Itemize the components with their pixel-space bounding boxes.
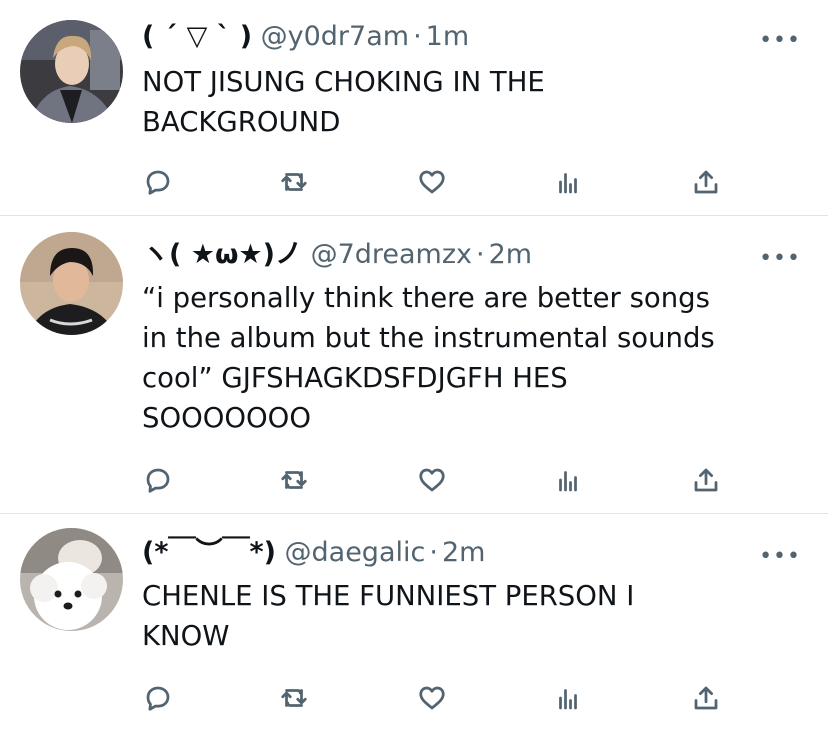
analytics-icon[interactable]	[548, 162, 588, 202]
separator-dot: ·	[413, 21, 422, 52]
user-handle[interactable]: @7dreamzx	[311, 239, 472, 270]
like-icon[interactable]	[412, 460, 452, 500]
reply-icon[interactable]	[138, 460, 178, 500]
tweet-text: “i personally think there are better son…	[142, 282, 715, 434]
more-options-icon[interactable]: •••	[759, 244, 801, 274]
share-icon[interactable]	[686, 678, 726, 718]
tweet-header: (*￣︶￣*) @daegalic · 2m	[142, 534, 485, 572]
retweet-icon[interactable]	[274, 162, 314, 202]
user-handle[interactable]: @y0dr7am	[261, 21, 409, 52]
person-avatar	[20, 20, 123, 123]
like-icon[interactable]	[412, 162, 452, 202]
separator-dot: ·	[476, 239, 485, 270]
avatar[interactable]	[20, 20, 123, 123]
user-handle[interactable]: @daegalic	[285, 537, 426, 568]
tweet-actions	[138, 162, 738, 202]
timestamp[interactable]: 2m	[442, 537, 485, 568]
like-icon[interactable]	[412, 678, 452, 718]
display-name[interactable]: ヽ( ★ω★)ノ	[142, 239, 302, 270]
tweet-feed: ( ´ ▽ ` ) @y0dr7am · 1m ••• NOT JISUNG CHO…	[0, 0, 828, 737]
tweet[interactable]: ヽ( ★ω★)ノ @7dreamzx · 2m ••• “i personally …	[0, 216, 828, 514]
person-avatar	[20, 232, 123, 335]
share-icon[interactable]	[686, 162, 726, 202]
display-name[interactable]: ( ´ ▽ ` )	[142, 21, 252, 52]
timestamp[interactable]: 2m	[489, 239, 532, 270]
display-name[interactable]: (*￣︶￣*)	[142, 537, 276, 568]
more-options-icon[interactable]: •••	[759, 542, 801, 572]
reply-icon[interactable]	[138, 678, 178, 718]
tweet-actions	[138, 678, 738, 718]
tweet-actions	[138, 460, 738, 500]
separator-dot: ·	[429, 537, 438, 568]
retweet-icon[interactable]	[274, 678, 314, 718]
more-options-icon[interactable]: •••	[759, 26, 801, 56]
timestamp[interactable]: 1m	[426, 21, 469, 52]
analytics-icon[interactable]	[548, 678, 588, 718]
tweet-text: NOT JISUNG CHOKING IN THE BACKGROUND	[142, 66, 545, 138]
tweet-text: CHENLE IS THE FUNNIEST PERSON I KNOW	[142, 580, 635, 652]
analytics-icon[interactable]	[548, 460, 588, 500]
tweet[interactable]: ( ´ ▽ ` ) @y0dr7am · 1m ••• NOT JISUNG CHO…	[0, 0, 828, 216]
avatar[interactable]	[20, 232, 123, 335]
share-icon[interactable]	[686, 460, 726, 500]
tweet[interactable]: (*￣︶￣*) @daegalic · 2m ••• CHENLE IS THE F…	[0, 514, 828, 737]
retweet-icon[interactable]	[274, 460, 314, 500]
tweet-header: ヽ( ★ω★)ノ @7dreamzx · 2m	[142, 236, 532, 274]
tweet-header: ( ´ ▽ ` ) @y0dr7am · 1m	[142, 18, 469, 56]
reply-icon[interactable]	[138, 162, 178, 202]
avatar[interactable]	[20, 528, 123, 631]
dog-avatar	[20, 528, 123, 631]
